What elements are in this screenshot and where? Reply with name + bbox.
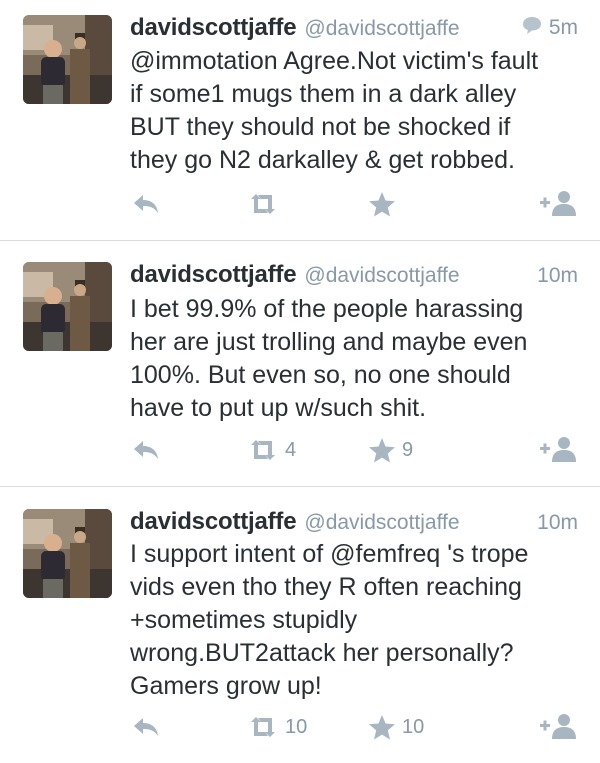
reply-button[interactable]	[132, 189, 160, 219]
timestamp-text: 10m	[537, 264, 578, 287]
speech-bubble-icon	[521, 15, 543, 41]
retweet-icon	[247, 715, 279, 739]
retweet-icon	[247, 438, 279, 462]
star-icon	[368, 191, 396, 218]
avatar[interactable]	[23, 15, 112, 104]
timestamp[interactable]: 10m	[537, 511, 578, 535]
star-icon	[368, 437, 396, 464]
user-handle[interactable]: @davidscottjaffe	[304, 264, 459, 288]
tweet-actions: 10 10	[130, 712, 590, 742]
tweet[interactable]: davidscottjaffe @davidscottjaffe 5m @imm…	[0, 0, 600, 240]
tweet-text: I bet 99.9% of the people harassing her …	[130, 293, 580, 425]
tweet-text-line: they go N2 darkalley & get robbed.	[130, 146, 515, 174]
favorite-count: 10	[402, 715, 425, 738]
tweet-text-line: @immotation Agree.Not victim's fault	[130, 47, 539, 75]
timestamp-text: 10m	[537, 511, 578, 534]
tweet-text-line: if some1 mugs them in a dark alley	[130, 80, 517, 108]
tweet-actions: 4 9	[130, 435, 590, 465]
retweet-count: 4	[285, 438, 297, 461]
tweet-actions	[130, 189, 590, 219]
tweet-text-line: 100%. But even so, no one should	[130, 361, 511, 389]
favorite-count: 9	[402, 438, 414, 461]
user-handle[interactable]: @davidscottjaffe	[304, 511, 459, 535]
avatar[interactable]	[23, 509, 112, 598]
star-icon	[368, 714, 396, 741]
reply-button[interactable]	[132, 435, 160, 465]
follow-button[interactable]	[538, 435, 578, 465]
tweet-text-line: wrong.BUT2attack her personally?	[130, 639, 514, 667]
reply-arrow-icon	[132, 192, 160, 216]
add-user-icon	[538, 712, 578, 742]
tweet[interactable]: davidscottjaffe @davidscottjaffe 10m I s…	[0, 487, 600, 763]
favorite-button[interactable]: 9	[368, 435, 413, 465]
add-user-icon	[538, 189, 578, 219]
avatar[interactable]	[23, 262, 112, 351]
reply-button[interactable]	[132, 712, 160, 742]
reply-arrow-icon	[132, 715, 160, 739]
retweet-button[interactable]: 10	[247, 712, 307, 742]
follow-button[interactable]	[538, 189, 578, 219]
tweet[interactable]: davidscottjaffe @davidscottjaffe 10m I b…	[0, 241, 600, 486]
tweet-text-line: vids even tho they R often reaching	[130, 573, 522, 601]
tweet-text-line: +sometimes stupidly	[130, 606, 358, 634]
reply-arrow-icon	[132, 438, 160, 462]
user-handle[interactable]: @davidscottjaffe	[304, 17, 459, 41]
tweet-text-line: her are just trolling and maybe even	[130, 328, 528, 356]
retweet-icon	[247, 192, 279, 216]
tweet-text-line: BUT they should not be shocked if	[130, 113, 511, 141]
tweet-text-line: I support intent of @femfreq 's trope	[130, 540, 529, 568]
timestamp[interactable]: 10m	[537, 264, 578, 288]
tweet-text-line: I bet 99.9% of the people harassing	[130, 295, 524, 323]
tweet-text-line: Gamers grow up!	[130, 672, 322, 700]
follow-button[interactable]	[538, 712, 578, 742]
timestamp[interactable]: 5m	[521, 15, 578, 41]
favorite-button[interactable]	[368, 189, 402, 219]
tweet-text: I support intent of @femfreq 's trope vi…	[130, 538, 580, 703]
display-name[interactable]: davidscottjaffe	[130, 508, 297, 536]
retweet-button[interactable]	[247, 189, 285, 219]
favorite-button[interactable]: 10	[368, 712, 424, 742]
timestamp-text: 5m	[548, 16, 578, 39]
retweet-count: 10	[285, 715, 308, 738]
tweet-text-line: have to put up w/such shit.	[130, 394, 427, 422]
add-user-icon	[538, 435, 578, 465]
retweet-button[interactable]: 4	[247, 435, 296, 465]
tweet-text: @immotation Agree.Not victim's fault if …	[130, 45, 580, 177]
display-name[interactable]: davidscottjaffe	[130, 14, 297, 42]
display-name[interactable]: davidscottjaffe	[130, 261, 297, 289]
